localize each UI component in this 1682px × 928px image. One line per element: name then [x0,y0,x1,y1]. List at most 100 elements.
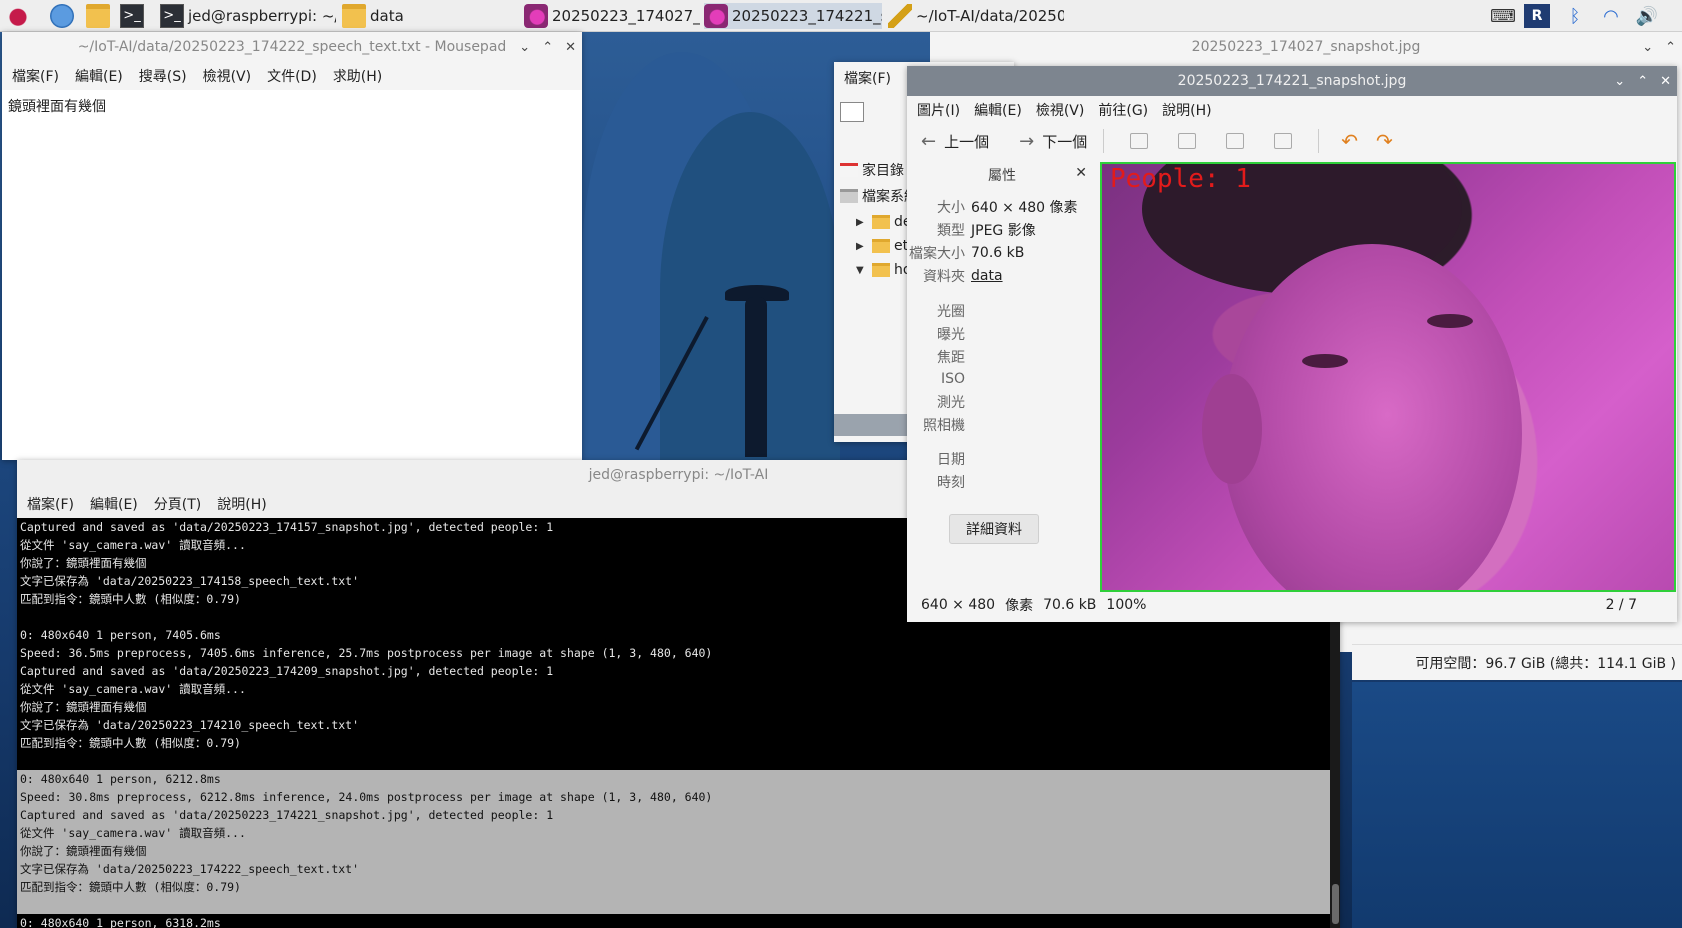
pencil-icon [888,4,912,28]
taskbar-app-terminal[interactable]: >_ jed@raspberrypi: ~/I... [160,3,336,29]
image-icon [704,4,728,28]
terminal-line: 0: 480x640 1 person, 7405.6ms [20,628,221,642]
minimize-icon[interactable]: ⌄ [1642,40,1653,55]
taskbar-app-snapshot-174027[interactable]: 20250223_174027_s... [524,3,700,29]
vnc-icon[interactable]: R [1524,4,1550,28]
terminal-line: Speed: 36.5ms preprocess, 7405.6ms infer… [20,646,713,660]
status-dimensions: 640 × 480 [921,597,996,613]
menu-image[interactable]: 圖片(I) [917,100,960,120]
window-titlebar[interactable]: ~/IoT-AI/data/20250223_174222_speech_tex… [2,32,582,62]
window-title: 20250223_174221_snapshot.jpg [1177,73,1407,89]
terminal-line: 從文件 'say_camera.wav' 讀取音頻... [20,682,246,696]
details-button[interactable]: 詳細資料 [949,514,1039,544]
rotate-right-icon[interactable]: ↷ [1376,129,1393,153]
menu-edit[interactable]: 編輯(E) [90,494,138,514]
menu-view[interactable]: 檢視(V) [203,66,252,86]
exif-row: 測光 [907,391,1097,413]
terminal-line [17,896,1340,914]
menu-file[interactable]: 檔案(F) [27,494,74,514]
photo-eye [1302,354,1348,368]
window-title: 20250223_174027_snapshot.jpg [1191,39,1421,55]
keyboard-icon[interactable]: ⌨ [1490,4,1516,28]
menu-tabs[interactable]: 分頁(T) [154,494,201,514]
zoom-normal-icon[interactable] [1226,133,1245,149]
menu-document[interactable]: 文件(D) [267,66,317,86]
menu-edit[interactable]: 編輯(E) [974,100,1022,120]
maximize-icon[interactable]: ⌃ [1637,74,1648,89]
menu-file[interactable]: 檔案(F) [12,66,59,86]
folder-icon [872,215,890,229]
menu-view[interactable]: 檢視(V) [1036,100,1085,120]
zoom-out-icon[interactable] [1178,133,1197,149]
status-zoom: 100% [1106,597,1147,613]
prop-key: 類型 [937,223,965,239]
tree-item[interactable]: ▼ ho [856,262,911,278]
close-icon[interactable]: ✕ [1075,165,1087,181]
folder-icon [342,4,366,28]
browser-launcher[interactable] [50,3,78,29]
minimize-icon[interactable]: ⌄ [519,40,530,55]
next-button[interactable]: → 下一個 [1019,131,1087,152]
menu-go[interactable]: 前往(G) [1098,100,1148,120]
terminal-line: 從文件 'say_camera.wav' 讀取音頻... [17,824,1340,842]
menu-help[interactable]: 說明(H) [217,494,266,514]
prop-key: 照相機 [923,418,965,434]
detection-overlay-text: People: 1 [1110,164,1251,194]
zoom-fit-icon[interactable] [1274,133,1293,149]
window-titlebar[interactable]: 20250223_174027_snapshot.jpg ⌄ ⌃ [930,32,1682,62]
scrollbar-thumb[interactable] [1332,884,1339,924]
terminal-line: 0: 480x640 1 person, 6318.2ms [20,916,221,928]
tree-item[interactable]: ▶ de [856,214,912,230]
snapshot-image[interactable]: People: 1 [1100,162,1676,592]
status-filesize: 70.6 kB [1043,597,1097,613]
menu-file[interactable]: 檔案(F) [844,68,891,88]
prev-button[interactable]: ← 上一個 [921,131,989,152]
arrow-right-icon: → [1019,130,1035,152]
photo-face [1222,244,1522,590]
prop-row: 大小 640 × 480 像素 [907,196,1097,218]
terminal-line: 你說了：鏡頭裡面有幾個 [20,700,147,714]
date-row: 日期 [907,448,1097,470]
image-icon [524,4,548,28]
taskbar-app-data-folder[interactable]: data [342,3,512,29]
maximize-icon[interactable]: ⌃ [1665,40,1676,55]
folder-link[interactable]: data [971,268,1003,284]
prop-key: 檔案大小 [909,246,965,262]
raspberry-menu-button[interactable] [6,3,38,29]
terminal-launcher[interactable]: >_ [120,3,150,29]
terminal-line: 匹配到指令：鏡頭中人數 (相似度：0.79) [20,736,241,750]
place-home[interactable]: 家目錄 [840,160,904,180]
wifi-icon[interactable]: ◠ [1598,4,1624,28]
arrow-left-icon: ← [921,130,937,152]
prop-key: 測光 [937,395,965,411]
file-manager-launcher[interactable] [86,3,116,29]
raspberry-pi-icon [6,4,30,28]
minimize-icon[interactable]: ⌄ [1614,74,1625,89]
maximize-icon[interactable]: ⌃ [542,40,553,55]
text-editor[interactable]: 鏡頭裡面有幾個 [2,92,582,460]
menu-help[interactable]: 求助(H) [333,66,382,86]
volume-icon[interactable]: 🔊 [1634,4,1660,28]
close-icon[interactable]: ✕ [1660,74,1671,89]
menu-edit[interactable]: 編輯(E) [75,66,123,86]
terminal-line: 文字已保存為 'data/20250223_174210_speech_text… [20,718,360,732]
taskbar-app-snapshot-174221[interactable]: 20250223_174221_s... [704,3,882,29]
sidebar-toggle-icon[interactable] [840,102,864,122]
menu-help[interactable]: 說明(H) [1162,100,1211,120]
prop-key: 曝光 [937,327,965,343]
close-icon[interactable]: ✕ [565,40,576,55]
bluetooth-icon[interactable]: ᛒ [1562,4,1588,28]
home-icon [840,163,858,177]
window-titlebar[interactable]: 20250223_174221_snapshot.jpg ⌄ ⌃ ✕ [907,66,1677,96]
photo-eye [1427,314,1473,328]
zoom-in-icon[interactable] [1130,133,1149,149]
taskbar-app-label: data [370,7,404,25]
status-image-index: 2 / 7 [1605,597,1637,613]
taskbar-app-mousepad[interactable]: ~/IoT-AI/data/20250... [888,3,1064,29]
menu-search[interactable]: 搜尋(S) [139,66,187,86]
rotate-left-icon[interactable]: ↶ [1341,129,1358,153]
globe-icon [50,4,74,28]
folder-icon [872,263,890,277]
prop-row: 類型 JPEG 影像 [907,219,1097,241]
